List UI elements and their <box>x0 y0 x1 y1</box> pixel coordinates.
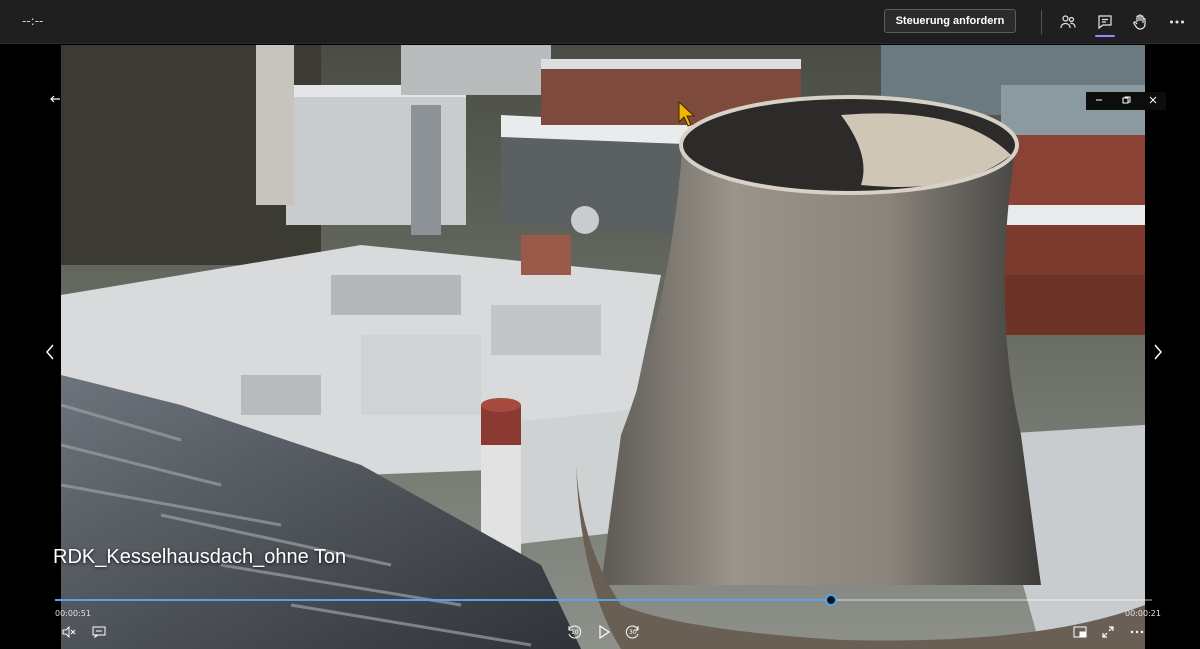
mute-icon[interactable] <box>60 624 78 640</box>
skip-forward-icon[interactable]: 30 <box>624 624 642 640</box>
miniplayer-icon[interactable] <box>1071 624 1089 640</box>
previous-arrow-icon[interactable] <box>42 341 58 363</box>
minimize-icon[interactable] <box>1094 92 1104 110</box>
request-control-button[interactable]: Steuerung anfordern <box>884 9 1016 33</box>
seek-bar[interactable] <box>55 594 1152 606</box>
captions-icon[interactable] <box>90 624 108 640</box>
meeting-timer: --:-- <box>22 14 44 28</box>
video-more-icon[interactable] <box>1128 624 1146 640</box>
elapsed-time: 00:00:51 <box>55 609 91 618</box>
next-arrow-icon[interactable] <box>1150 341 1166 363</box>
meeting-toolbar: --:-- Steuerung anfordern <box>0 0 1200 44</box>
raise-hand-icon[interactable] <box>1129 11 1151 33</box>
people-icon[interactable] <box>1057 11 1079 33</box>
back-arrow-icon[interactable] <box>48 92 62 106</box>
restore-icon[interactable] <box>1121 92 1131 110</box>
video-title: RDK_Kesselhausdach_ohne Ton <box>53 546 347 568</box>
chat-icon[interactable] <box>1094 11 1116 33</box>
more-icon[interactable] <box>1166 11 1188 33</box>
skip-forward-seconds: 30 <box>629 629 637 636</box>
seek-thumb[interactable] <box>824 594 837 606</box>
seek-progress <box>55 599 831 601</box>
toolbar-divider <box>1041 10 1042 34</box>
remaining-time: 00:00:21 <box>1125 609 1161 618</box>
close-icon[interactable] <box>1148 92 1158 110</box>
skip-back-icon[interactable]: 10 <box>565 624 583 640</box>
skip-back-seconds: 10 <box>571 629 579 636</box>
play-icon[interactable] <box>595 624 613 640</box>
window-controls <box>1086 92 1166 110</box>
fullscreen-icon[interactable] <box>1099 624 1117 640</box>
chat-active-indicator <box>1095 35 1115 37</box>
